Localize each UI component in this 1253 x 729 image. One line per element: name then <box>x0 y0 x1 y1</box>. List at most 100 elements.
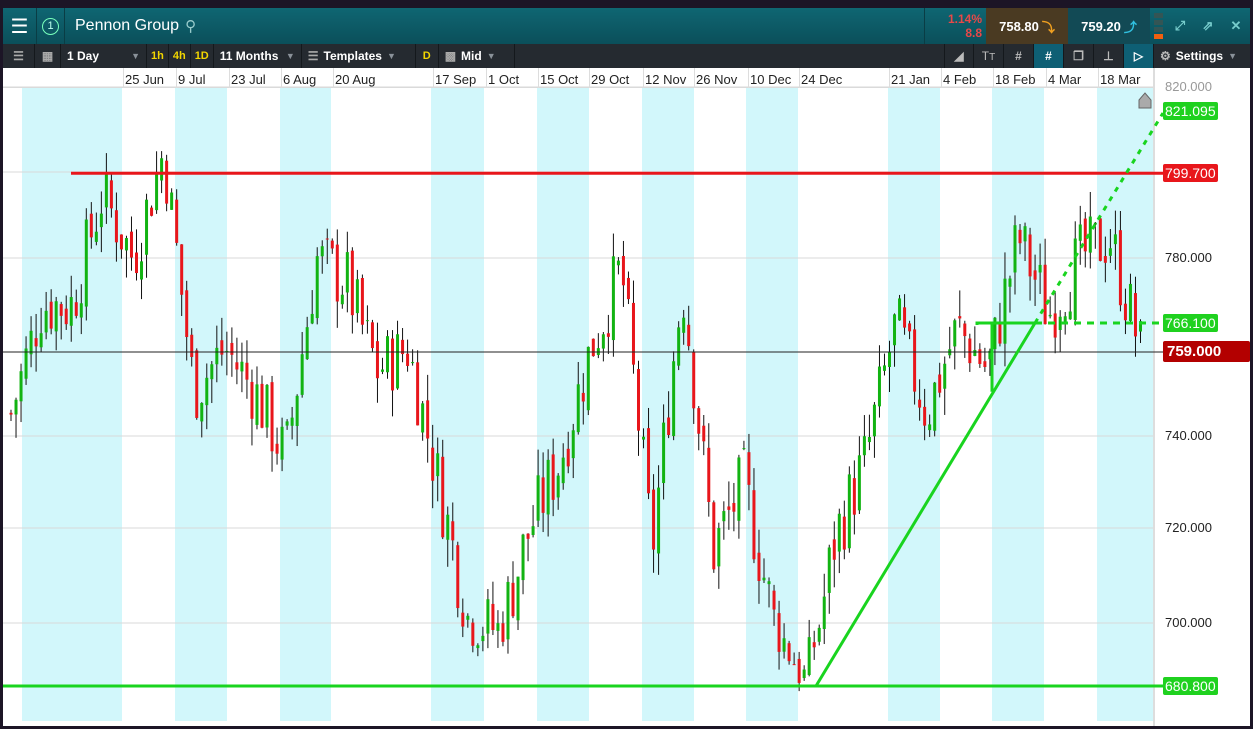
candle-down <box>707 447 711 502</box>
candle-down <box>652 489 656 550</box>
sell-button[interactable]: 758.80 ⤵ <box>986 8 1068 44</box>
popout-icon: ⇗ <box>1202 18 1214 33</box>
candle-down <box>983 361 987 368</box>
candle-down <box>461 612 465 627</box>
price-tick-label: 740.000 <box>1165 428 1212 443</box>
close-button[interactable]: ✕ <box>1222 8 1250 44</box>
candle-down <box>526 533 530 539</box>
candle-up <box>817 627 821 642</box>
interval-dropdown[interactable]: 1 Day ▼ <box>61 44 147 68</box>
candle-up <box>94 231 98 242</box>
interval-1h-button[interactable]: 1h <box>147 44 169 68</box>
expand-button[interactable]: ⤢ <box>1166 8 1194 44</box>
candle-up <box>1013 225 1017 273</box>
candle-down <box>727 506 731 510</box>
date-label: 12 Nov <box>645 72 687 87</box>
candle-down <box>109 180 113 209</box>
candle-up <box>782 638 786 652</box>
candle-down <box>1133 293 1137 337</box>
drawing-tool-button[interactable]: ◢ <box>944 44 974 68</box>
candle-down <box>1103 256 1107 263</box>
layout-number-button[interactable]: 1 <box>37 8 65 44</box>
price-tag-button[interactable]: ▷ <box>1124 44 1154 68</box>
chevron-down-icon: ▼ <box>486 51 496 61</box>
candle-down <box>702 425 706 442</box>
candle-up <box>436 453 440 477</box>
chart-window: ☰ 1 Pennon Group ⚲ 1.14% 8.8 758.80 ⤵ 759.2… <box>3 8 1250 726</box>
candle-down <box>958 316 962 319</box>
templates-dropdown[interactable]: ☰ Templates ▼ <box>302 44 416 68</box>
candle-down <box>752 490 756 560</box>
candle-down <box>692 351 696 409</box>
candle-down <box>923 406 927 426</box>
date-label: 20 Aug <box>335 72 376 87</box>
candle-up <box>827 547 831 593</box>
price-chart[interactable]: 25 Jun 9 Jul 23 Jul 6 Aug 20 Aug 17 Sep 1 Oct 1… <box>3 68 1250 726</box>
tag-icon: ▷ <box>1133 49 1144 63</box>
level-price-tag: 766.100 <box>1163 314 1218 332</box>
candle-down <box>190 334 194 357</box>
candle-up <box>280 426 284 460</box>
instrument-selector[interactable]: Pennon Group ⚲ <box>65 17 196 35</box>
range-dropdown[interactable]: 11 Months ▼ <box>214 44 302 68</box>
candle-up <box>310 313 314 324</box>
candle-up <box>155 172 159 211</box>
candle-up <box>255 384 259 425</box>
hash-icon: # <box>1015 49 1022 63</box>
candle-down <box>792 664 796 666</box>
candle-up <box>200 402 204 422</box>
shaded-band <box>888 88 940 721</box>
candle-up <box>882 365 886 371</box>
date-label: 1 Oct <box>488 72 520 87</box>
candle-down <box>963 323 967 337</box>
menu-button[interactable]: ☰ <box>3 8 37 44</box>
price-tick-label: 780.000 <box>1165 250 1212 265</box>
ruler-icon: ◢ <box>954 49 964 63</box>
candle-down <box>416 362 420 426</box>
candle-up <box>531 526 535 536</box>
grid-toggle-button[interactable]: # <box>1004 44 1034 68</box>
grid-select-button[interactable]: ▦ <box>35 44 61 68</box>
date-divider <box>589 68 590 88</box>
candle-up <box>320 246 324 257</box>
list-button[interactable]: ☰ <box>3 44 35 68</box>
layers-icon: ❐ <box>1073 49 1084 63</box>
candle-down <box>732 502 736 512</box>
candle-down <box>1123 303 1127 321</box>
title-bar: ☰ 1 Pennon Group ⚲ 1.14% 8.8 758.80 ⤵ 759.2… <box>3 8 1250 44</box>
chart-plot[interactable] <box>3 68 1250 726</box>
candle-up <box>662 422 666 484</box>
candle-up <box>1073 238 1077 320</box>
candle-down <box>185 290 189 338</box>
date-divider <box>123 68 124 88</box>
candle-up <box>411 362 415 364</box>
shaded-band <box>537 88 589 721</box>
settings-dropdown[interactable]: ⚙ Settings ▼ <box>1154 44 1250 68</box>
candle-up <box>893 314 897 346</box>
snap-grid-button[interactable]: # <box>1034 44 1064 68</box>
search-icon[interactable]: ⚲ <box>185 17 196 35</box>
price-type-dropdown[interactable]: ▩ Mid ▼ <box>439 44 515 68</box>
candle-down <box>330 240 334 249</box>
candle-up <box>847 474 851 549</box>
candle-up <box>1063 316 1067 322</box>
candle-up <box>953 320 957 347</box>
date-divider <box>799 68 800 88</box>
candle-down <box>180 244 184 295</box>
candle-down <box>9 412 13 415</box>
layers-button[interactable]: ❐ <box>1064 44 1094 68</box>
text-tool-button[interactable]: TT <box>974 44 1004 68</box>
candle-up <box>265 384 269 428</box>
candle-down <box>74 302 78 316</box>
shaded-band <box>1097 88 1153 721</box>
candle-down <box>275 443 279 454</box>
candle-down <box>687 324 691 347</box>
popout-button[interactable]: ⇗ <box>1194 8 1222 44</box>
crosshair-button[interactable]: ⊥ <box>1094 44 1124 68</box>
candle-down <box>772 590 776 610</box>
d-badge-button[interactable]: D <box>416 44 439 68</box>
interval-4h-button[interactable]: 4h <box>169 44 191 68</box>
interval-1d-button[interactable]: 1D <box>191 44 214 68</box>
change-absolute: 8.8 <box>965 26 982 40</box>
buy-button[interactable]: 759.20 ⤴ <box>1068 8 1150 44</box>
